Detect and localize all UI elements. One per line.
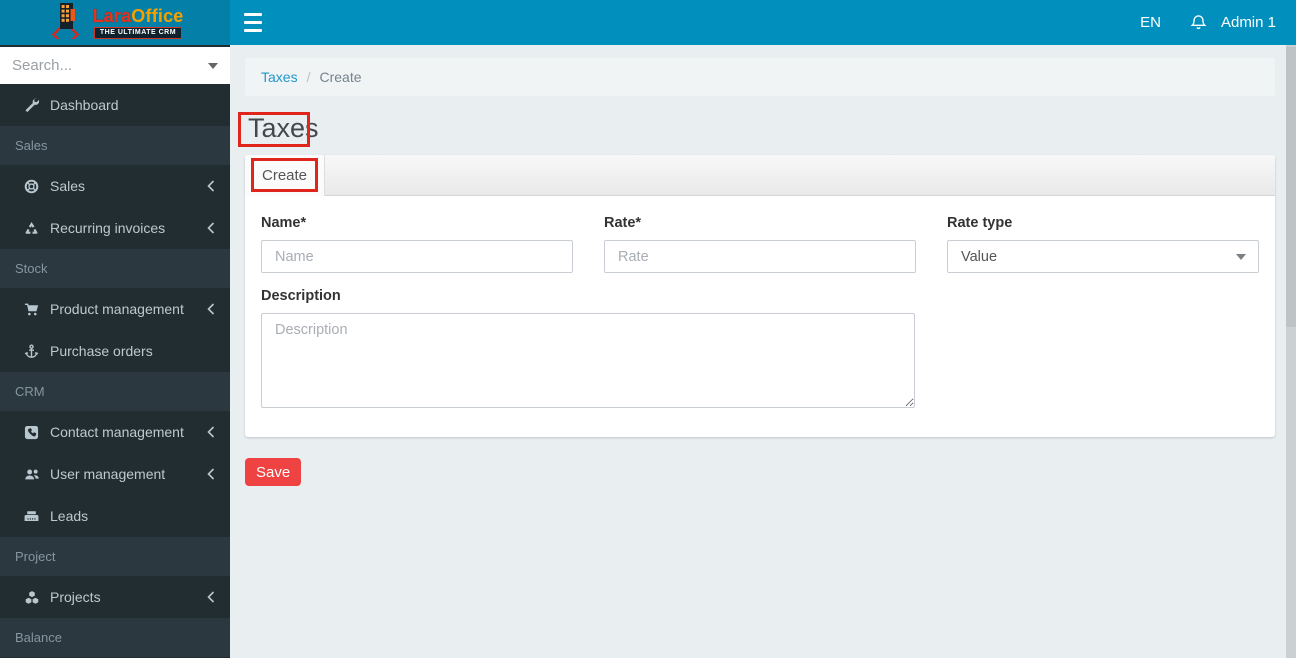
top-navbar: EN Admin 1 bbox=[230, 0, 1296, 45]
sidebar-item-purchase-orders[interactable]: Purchase orders bbox=[0, 330, 230, 372]
sidebar-section-crm: CRM bbox=[0, 372, 230, 411]
breadcrumb: Taxes / Create bbox=[245, 58, 1275, 96]
chevron-left-icon bbox=[207, 591, 215, 603]
sidebar-toggle-button[interactable] bbox=[244, 13, 262, 32]
wrench-icon bbox=[22, 97, 41, 113]
sidebar-item-label: Contact management bbox=[50, 424, 184, 440]
brand-tagline: THE ULTIMATE CRM bbox=[93, 26, 183, 39]
rate-field[interactable] bbox=[604, 240, 916, 273]
name-field[interactable] bbox=[261, 240, 573, 273]
search-input[interactable] bbox=[0, 47, 230, 84]
notifications-bell-icon[interactable] bbox=[1190, 14, 1207, 31]
logo-area: LaraOffice THE ULTIMATE CRM bbox=[0, 0, 230, 49]
sidebar-item-label: User management bbox=[50, 466, 166, 482]
sidebar-item-recurring-invoices[interactable]: Recurring invoices bbox=[0, 207, 230, 249]
sidebar-item-sales[interactable]: Sales bbox=[0, 165, 230, 207]
sidebar-section-sales: Sales bbox=[0, 126, 230, 165]
shopping-cart-icon bbox=[22, 302, 41, 317]
life-ring-icon bbox=[22, 179, 41, 194]
sidebar-section-stock: Stock bbox=[0, 249, 230, 288]
chevron-left-icon bbox=[207, 222, 215, 234]
create-tax-card: Create Name* Rate* Rate type Value bbox=[245, 155, 1275, 437]
sidebar-item-dashboard[interactable]: Dashboard bbox=[0, 84, 230, 126]
breadcrumb-separator: / bbox=[306, 69, 311, 85]
chevron-left-icon bbox=[207, 180, 215, 192]
page-scrollbar[interactable] bbox=[1286, 45, 1296, 658]
sidebar-section-project: Project bbox=[0, 537, 230, 576]
save-button[interactable]: Save bbox=[245, 458, 302, 486]
scrollbar-thumb[interactable] bbox=[1286, 47, 1296, 327]
sidebar-item-label: Purchase orders bbox=[50, 343, 153, 359]
sidebar-menu: Dashboard Sales Sales Recurring invoices… bbox=[0, 84, 230, 657]
description-label: Description bbox=[261, 288, 341, 304]
sidebar-item-label: Dashboard bbox=[50, 97, 119, 113]
chevron-left-icon bbox=[207, 426, 215, 438]
chevron-left-icon bbox=[207, 468, 215, 480]
sidebar-item-label: Sales bbox=[50, 178, 86, 194]
phone-square-icon bbox=[22, 425, 41, 440]
card-header: Create bbox=[245, 155, 1275, 196]
sidebar: Dashboard Sales Sales Recurring invoices… bbox=[0, 45, 230, 658]
breadcrumb-current: Create bbox=[319, 69, 362, 85]
sidebar-item-product-management[interactable]: Product management bbox=[0, 288, 230, 330]
recycle-icon bbox=[22, 221, 41, 236]
sidebar-item-contact-management[interactable]: Contact management bbox=[0, 411, 230, 453]
users-icon bbox=[22, 467, 41, 482]
user-menu[interactable]: Admin 1 bbox=[1221, 14, 1276, 31]
chevron-left-icon bbox=[207, 303, 215, 315]
brand-name: LaraOffice bbox=[92, 5, 184, 26]
card-body: Name* Rate* Rate type Value Description bbox=[245, 196, 1275, 413]
sidebar-item-leads[interactable]: Leads bbox=[0, 495, 230, 537]
description-field[interactable] bbox=[261, 313, 915, 408]
rate-type-select[interactable]: Value bbox=[947, 240, 1259, 273]
sidebar-item-label: Projects bbox=[50, 589, 101, 605]
rate-label: Rate* bbox=[604, 215, 642, 231]
sidebar-item-projects[interactable]: Projects bbox=[0, 576, 230, 618]
page-title: Taxes bbox=[248, 113, 319, 143]
sidebar-section-balance: Balance bbox=[0, 618, 230, 657]
app-logo[interactable]: LaraOffice THE ULTIMATE CRM bbox=[46, 1, 184, 49]
rate-type-label: Rate type bbox=[947, 215, 1013, 231]
fax-icon bbox=[22, 509, 41, 524]
search-caret-icon bbox=[208, 63, 218, 69]
anchor-icon bbox=[22, 344, 41, 359]
sidebar-item-label: Leads bbox=[50, 508, 89, 524]
sidebar-item-label: Product management bbox=[50, 301, 184, 317]
cubes-icon bbox=[22, 590, 41, 605]
sidebar-item-user-management[interactable]: User management bbox=[0, 453, 230, 495]
sidebar-item-label: Recurring invoices bbox=[50, 220, 166, 236]
name-label: Name* bbox=[261, 215, 307, 231]
building-logo-icon bbox=[46, 1, 86, 49]
sidebar-search bbox=[0, 47, 230, 84]
tab-create[interactable]: Create bbox=[245, 155, 326, 196]
language-selector[interactable]: EN bbox=[1140, 14, 1161, 31]
breadcrumb-link-taxes[interactable]: Taxes bbox=[261, 69, 298, 85]
